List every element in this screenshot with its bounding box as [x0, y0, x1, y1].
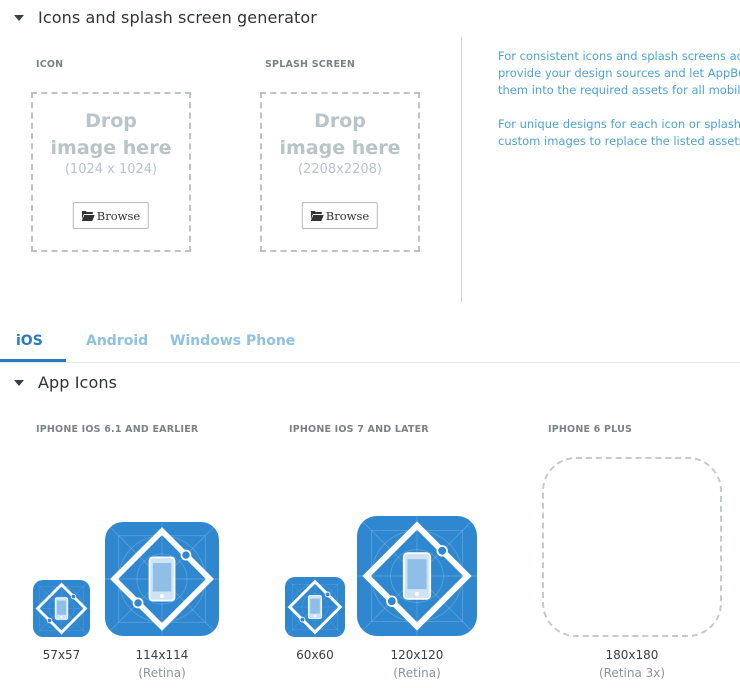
- help-line: provide your design sources and let AppB…: [498, 66, 740, 80]
- size-label-180: 180x180: [605, 648, 659, 662]
- size-label-114: 114x114: [135, 648, 189, 662]
- drop-text-line2: image here: [50, 137, 172, 159]
- app-icons-title: App Icons: [38, 373, 118, 392]
- app-icon-120[interactable]: [357, 516, 477, 636]
- help-text-panel: For consistent icons and splash screens …: [498, 48, 740, 150]
- group-label-iphone6plus: IPHONE 6 PLUS: [548, 424, 633, 435]
- browse-label: Browse: [96, 208, 141, 223]
- tab-windows-phone[interactable]: Windows Phone: [170, 333, 295, 349]
- retina-label-114: (Retina): [138, 666, 186, 680]
- generator-section-header[interactable]: Icons and splash screen generator: [14, 8, 317, 27]
- splash-required-size: (2208x2208): [297, 162, 382, 177]
- app-icon-180-placeholder[interactable]: [542, 457, 722, 637]
- browse-label: Browse: [325, 208, 370, 223]
- help-line: custom images to replace the listed asse…: [498, 134, 740, 148]
- drop-text-line1: Drop: [85, 110, 137, 132]
- generator-title: Icons and splash screen generator: [38, 8, 317, 27]
- drop-text-line2: image here: [279, 137, 401, 159]
- icon-required-size: (1024 x 1024): [64, 162, 158, 177]
- tab-ios[interactable]: iOS: [16, 333, 43, 349]
- retina-label-180: (Retina 3x): [598, 666, 666, 680]
- folder-open-icon: [310, 211, 324, 221]
- icon-dropzone[interactable]: Drop image here (1024 x 1024) Browse: [31, 92, 191, 252]
- icon-browse-button[interactable]: Browse: [72, 202, 150, 229]
- drop-text-line1: Drop: [314, 110, 366, 132]
- help-line: For unique designs for each icon or spla…: [498, 117, 740, 131]
- app-icon-artwork: [33, 580, 90, 637]
- help-line: For consistent icons and splash screens …: [498, 49, 740, 63]
- help-line: them into the required assets for all mo…: [498, 83, 740, 97]
- group-label-ios7: IPHONE IOS 7 AND LATER: [289, 424, 429, 435]
- size-label-57: 57x57: [42, 648, 81, 662]
- size-label-120: 120x120: [390, 648, 444, 662]
- app-icon-artwork: [285, 577, 345, 637]
- tabs-baseline: [0, 362, 740, 363]
- app-icon-114[interactable]: [105, 522, 219, 636]
- app-icon-artwork: [357, 516, 477, 636]
- splash-label: SPLASH SCREEN: [265, 59, 355, 70]
- caret-down-icon[interactable]: [14, 379, 24, 386]
- splash-dropzone[interactable]: Drop image here (2208x2208) Browse: [260, 92, 420, 252]
- app-icon-artwork: [105, 522, 219, 636]
- retina-label-120: (Retina): [393, 666, 441, 680]
- app-icon-60[interactable]: [285, 577, 345, 637]
- app-icons-section-header[interactable]: App Icons: [14, 373, 117, 392]
- active-tab-indicator: [0, 359, 66, 362]
- folder-open-icon: [81, 211, 95, 221]
- app-icon-57[interactable]: [33, 580, 90, 637]
- tab-android[interactable]: Android: [86, 333, 148, 349]
- size-label-60: 60x60: [296, 648, 334, 662]
- icon-label: ICON: [36, 59, 64, 70]
- splash-browse-button[interactable]: Browse: [301, 202, 379, 229]
- group-label-ios6: IPHONE IOS 6.1 AND EARLIER: [36, 424, 199, 435]
- vertical-divider: [461, 37, 462, 302]
- caret-down-icon[interactable]: [14, 14, 24, 21]
